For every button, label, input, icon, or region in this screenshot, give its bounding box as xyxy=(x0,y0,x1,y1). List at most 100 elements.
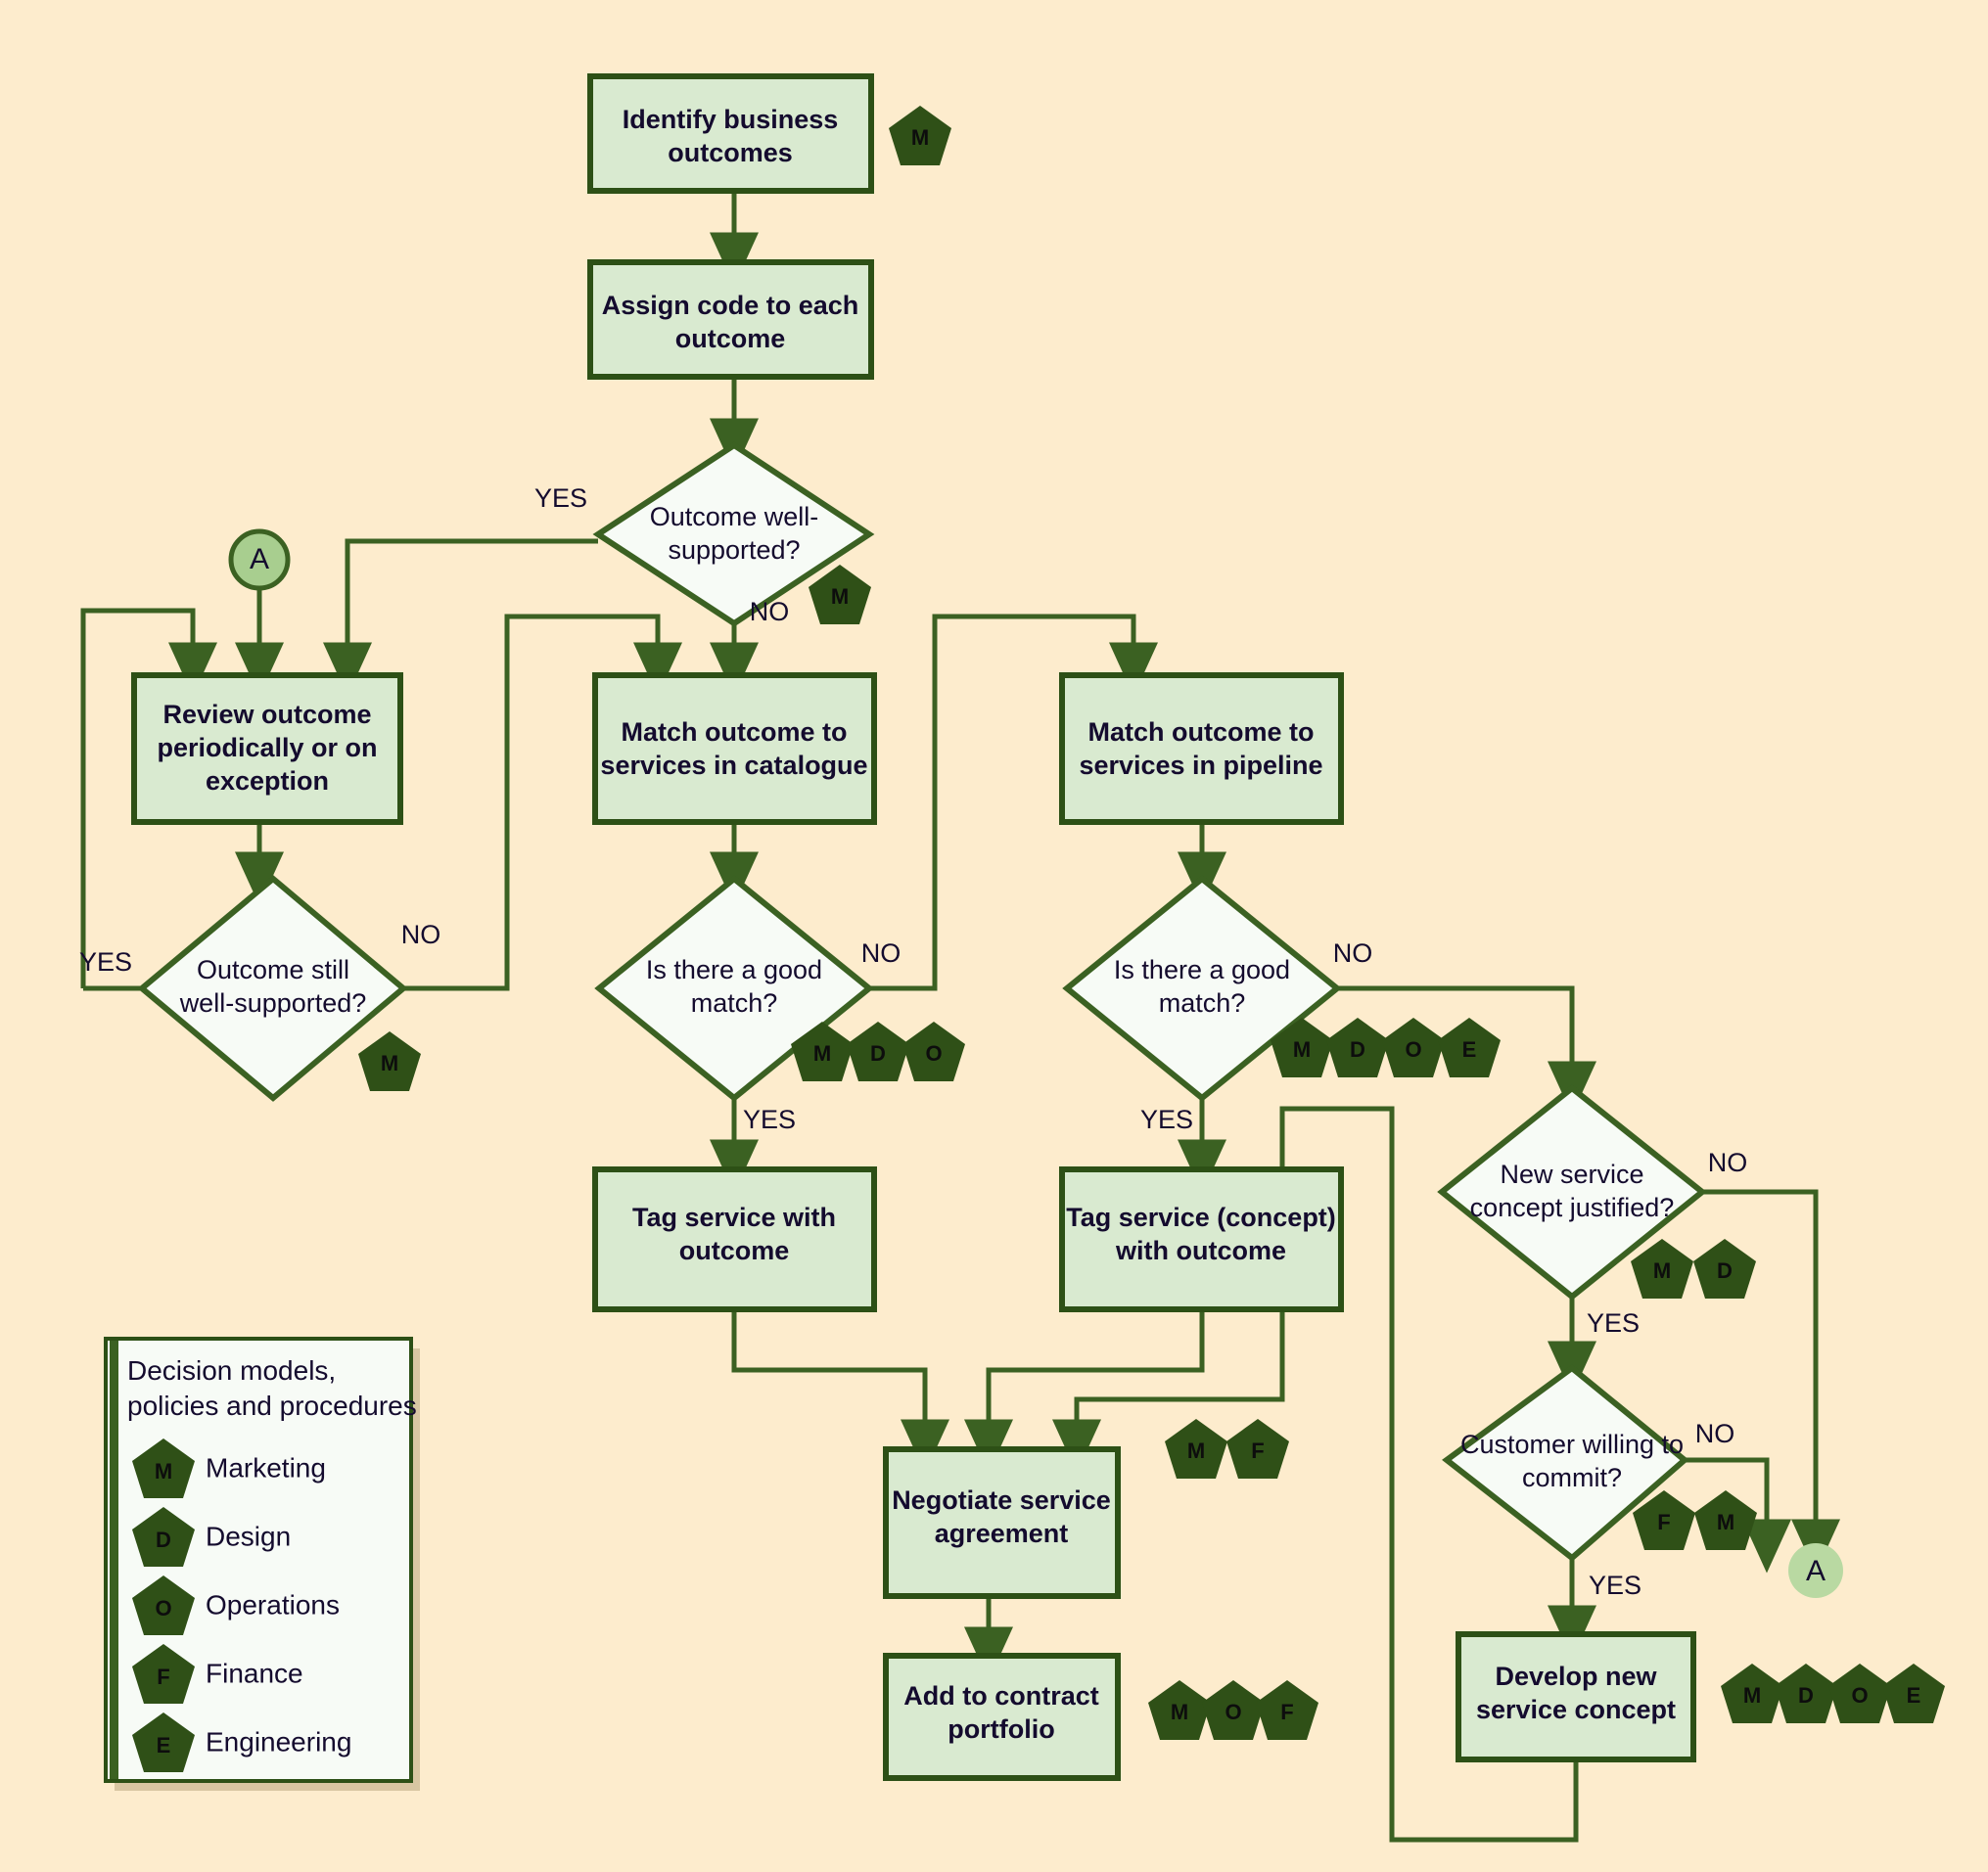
match-catalogue-box[interactable] xyxy=(592,672,877,825)
legend-label-operations: Operations xyxy=(206,1589,340,1620)
label-pipeline-no: NO xyxy=(1333,938,1373,968)
node-review-outcome[interactable]: Review outcome periodically or on except… xyxy=(131,672,403,825)
outcome-still-supported-line1: Outcome still xyxy=(197,955,349,984)
pentagons-develop-concept: M D O E xyxy=(1721,1664,1945,1723)
pentagon-letter: E xyxy=(1462,1037,1477,1062)
assign-code-line2: outcome xyxy=(675,324,786,353)
good-match-catalogue-line1: Is there a good xyxy=(646,955,822,984)
pentagons-good-match-catalogue: M D O xyxy=(791,1022,965,1081)
connector-a-in[interactable]: A xyxy=(228,528,291,591)
pentagon-letter: M xyxy=(1717,1510,1734,1534)
new-service-justified-line1: New service xyxy=(1500,1160,1643,1189)
review-outcome-line2: periodically or on xyxy=(157,733,377,762)
pentagons-outcome-still-supported: M xyxy=(358,1031,421,1091)
pentagon-letter: M xyxy=(813,1041,831,1066)
match-catalogue-line1: Match outcome to xyxy=(621,717,847,747)
pentagon-letter: M xyxy=(1653,1258,1671,1283)
pentagon-letter: O xyxy=(925,1041,942,1066)
legend-label-design: Design xyxy=(206,1521,291,1551)
match-catalogue-line2: services in catalogue xyxy=(600,751,867,780)
legend-title-line1: Decision models, xyxy=(127,1355,336,1386)
label-pipeline-yes: YES xyxy=(1140,1105,1193,1134)
tag-service-concept-line1: Tag service (concept) xyxy=(1066,1203,1336,1232)
label-catalogue-no: NO xyxy=(861,938,902,968)
connector-a-out-letter: A xyxy=(1806,1555,1826,1587)
node-assign-code[interactable]: Assign code to each outcome xyxy=(587,259,874,380)
pentagon-letter: E xyxy=(1907,1683,1921,1708)
pentagons-good-match-pipeline: M D O E xyxy=(1271,1018,1501,1077)
develop-concept-line1: Develop new xyxy=(1495,1662,1657,1691)
outcome-well-supported-line1: Outcome well- xyxy=(650,502,819,531)
review-outcome-line1: Review outcome xyxy=(162,700,371,729)
pentagons-add-to-portfolio: M O F xyxy=(1148,1680,1318,1740)
pentagon-letter: M xyxy=(1293,1037,1311,1062)
good-match-pipeline-line2: match? xyxy=(1159,988,1246,1018)
label-commit-no: NO xyxy=(1695,1419,1735,1448)
pentagon-letter: M xyxy=(831,584,849,609)
label-wellsupported-no: NO xyxy=(750,597,790,626)
assign-code-line1: Assign code to each xyxy=(602,291,859,320)
add-to-portfolio-line2: portfolio xyxy=(948,1714,1054,1744)
pentagon-letter: D xyxy=(870,1041,886,1066)
legend-label-engineering: Engineering xyxy=(206,1726,351,1757)
pentagon-letter: F xyxy=(1657,1510,1670,1534)
node-tag-service[interactable]: Tag service with outcome xyxy=(592,1166,877,1312)
pentagon-letter: F xyxy=(1280,1700,1293,1724)
pentagon-letter: M xyxy=(1171,1700,1188,1724)
good-match-catalogue-line2: match? xyxy=(691,988,778,1018)
legend-code: O xyxy=(155,1596,171,1621)
customer-willing-line2: commit? xyxy=(1522,1463,1622,1492)
pentagons-identify-outcomes: M xyxy=(889,106,951,165)
edge-tag-to-negotiate xyxy=(731,1309,949,1474)
node-identify-outcomes[interactable]: Identify business outcomes xyxy=(587,73,874,194)
pentagons-customer-willing: F M xyxy=(1633,1490,1757,1550)
connector-a-out[interactable]: A xyxy=(1788,1543,1843,1598)
match-pipeline-box[interactable] xyxy=(1059,672,1344,825)
node-develop-concept[interactable]: Develop new service concept xyxy=(1456,1631,1696,1762)
outcome-still-supported-line2: well-supported? xyxy=(179,988,367,1018)
match-pipeline-line1: Match outcome to xyxy=(1087,717,1314,747)
review-outcome-line3: exception xyxy=(206,766,329,796)
legend-code: D xyxy=(156,1528,171,1552)
label-justified-yes: YES xyxy=(1587,1308,1640,1338)
label-justified-no: NO xyxy=(1708,1148,1748,1177)
identify-outcomes-line2: outcomes xyxy=(668,138,793,167)
add-to-portfolio-line1: Add to contract xyxy=(903,1681,1099,1711)
legend-label-marketing: Marketing xyxy=(206,1452,326,1483)
node-add-to-portfolio[interactable]: Add to contract portfolio xyxy=(883,1653,1121,1781)
edge-tagconcept-to-negotiate xyxy=(964,1309,1205,1474)
pentagon-letter: D xyxy=(1717,1258,1733,1283)
pentagon-letter: M xyxy=(381,1051,398,1075)
identify-outcomes-line1: Identify business xyxy=(623,105,839,134)
negotiate-agreement-line2: agreement xyxy=(935,1519,1069,1548)
develop-concept-line2: service concept xyxy=(1476,1695,1676,1724)
legend-accent-bar xyxy=(110,1341,118,1779)
pentagon-letter: F xyxy=(1251,1438,1264,1463)
label-wellsupported-yes: YES xyxy=(534,483,587,513)
pentagon-letter: O xyxy=(1851,1683,1868,1708)
node-negotiate-agreement[interactable]: Negotiate service agreement xyxy=(883,1446,1121,1599)
pentagon-letter: D xyxy=(1798,1683,1814,1708)
label-catalogue-yes: YES xyxy=(743,1105,796,1134)
pentagon-letter: M xyxy=(911,125,929,150)
edge-wellsupported-yes xyxy=(323,538,598,697)
pentagon-letter: O xyxy=(1225,1700,1241,1724)
node-match-pipeline[interactable]: Match outcome to services in pipeline xyxy=(1059,672,1344,825)
legend-title-line2: policies and procedures xyxy=(127,1391,417,1421)
label-still-no: NO xyxy=(401,920,441,949)
flowchart-canvas: Identify business outcomes Assign code t… xyxy=(79,73,1945,1843)
connector-a-in-letter: A xyxy=(250,543,269,575)
legend-label-finance: Finance xyxy=(206,1658,303,1688)
pentagon-letter: O xyxy=(1405,1037,1421,1062)
new-service-justified-line2: concept justified? xyxy=(1470,1193,1675,1222)
node-match-catalogue[interactable]: Match outcome to services in catalogue xyxy=(592,672,877,825)
pentagon-letter: M xyxy=(1743,1683,1761,1708)
label-commit-yes: YES xyxy=(1589,1571,1641,1600)
node-tag-service-concept[interactable]: Tag service (concept) with outcome xyxy=(1059,1166,1344,1312)
label-still-yes: YES xyxy=(79,947,132,977)
pentagons-new-service-justified: M D xyxy=(1631,1239,1756,1299)
legend-code: F xyxy=(157,1665,169,1689)
tag-service-concept-line2: with outcome xyxy=(1115,1236,1286,1265)
pentagon-letter: D xyxy=(1350,1037,1365,1062)
pentagon-letter: M xyxy=(1187,1438,1205,1463)
